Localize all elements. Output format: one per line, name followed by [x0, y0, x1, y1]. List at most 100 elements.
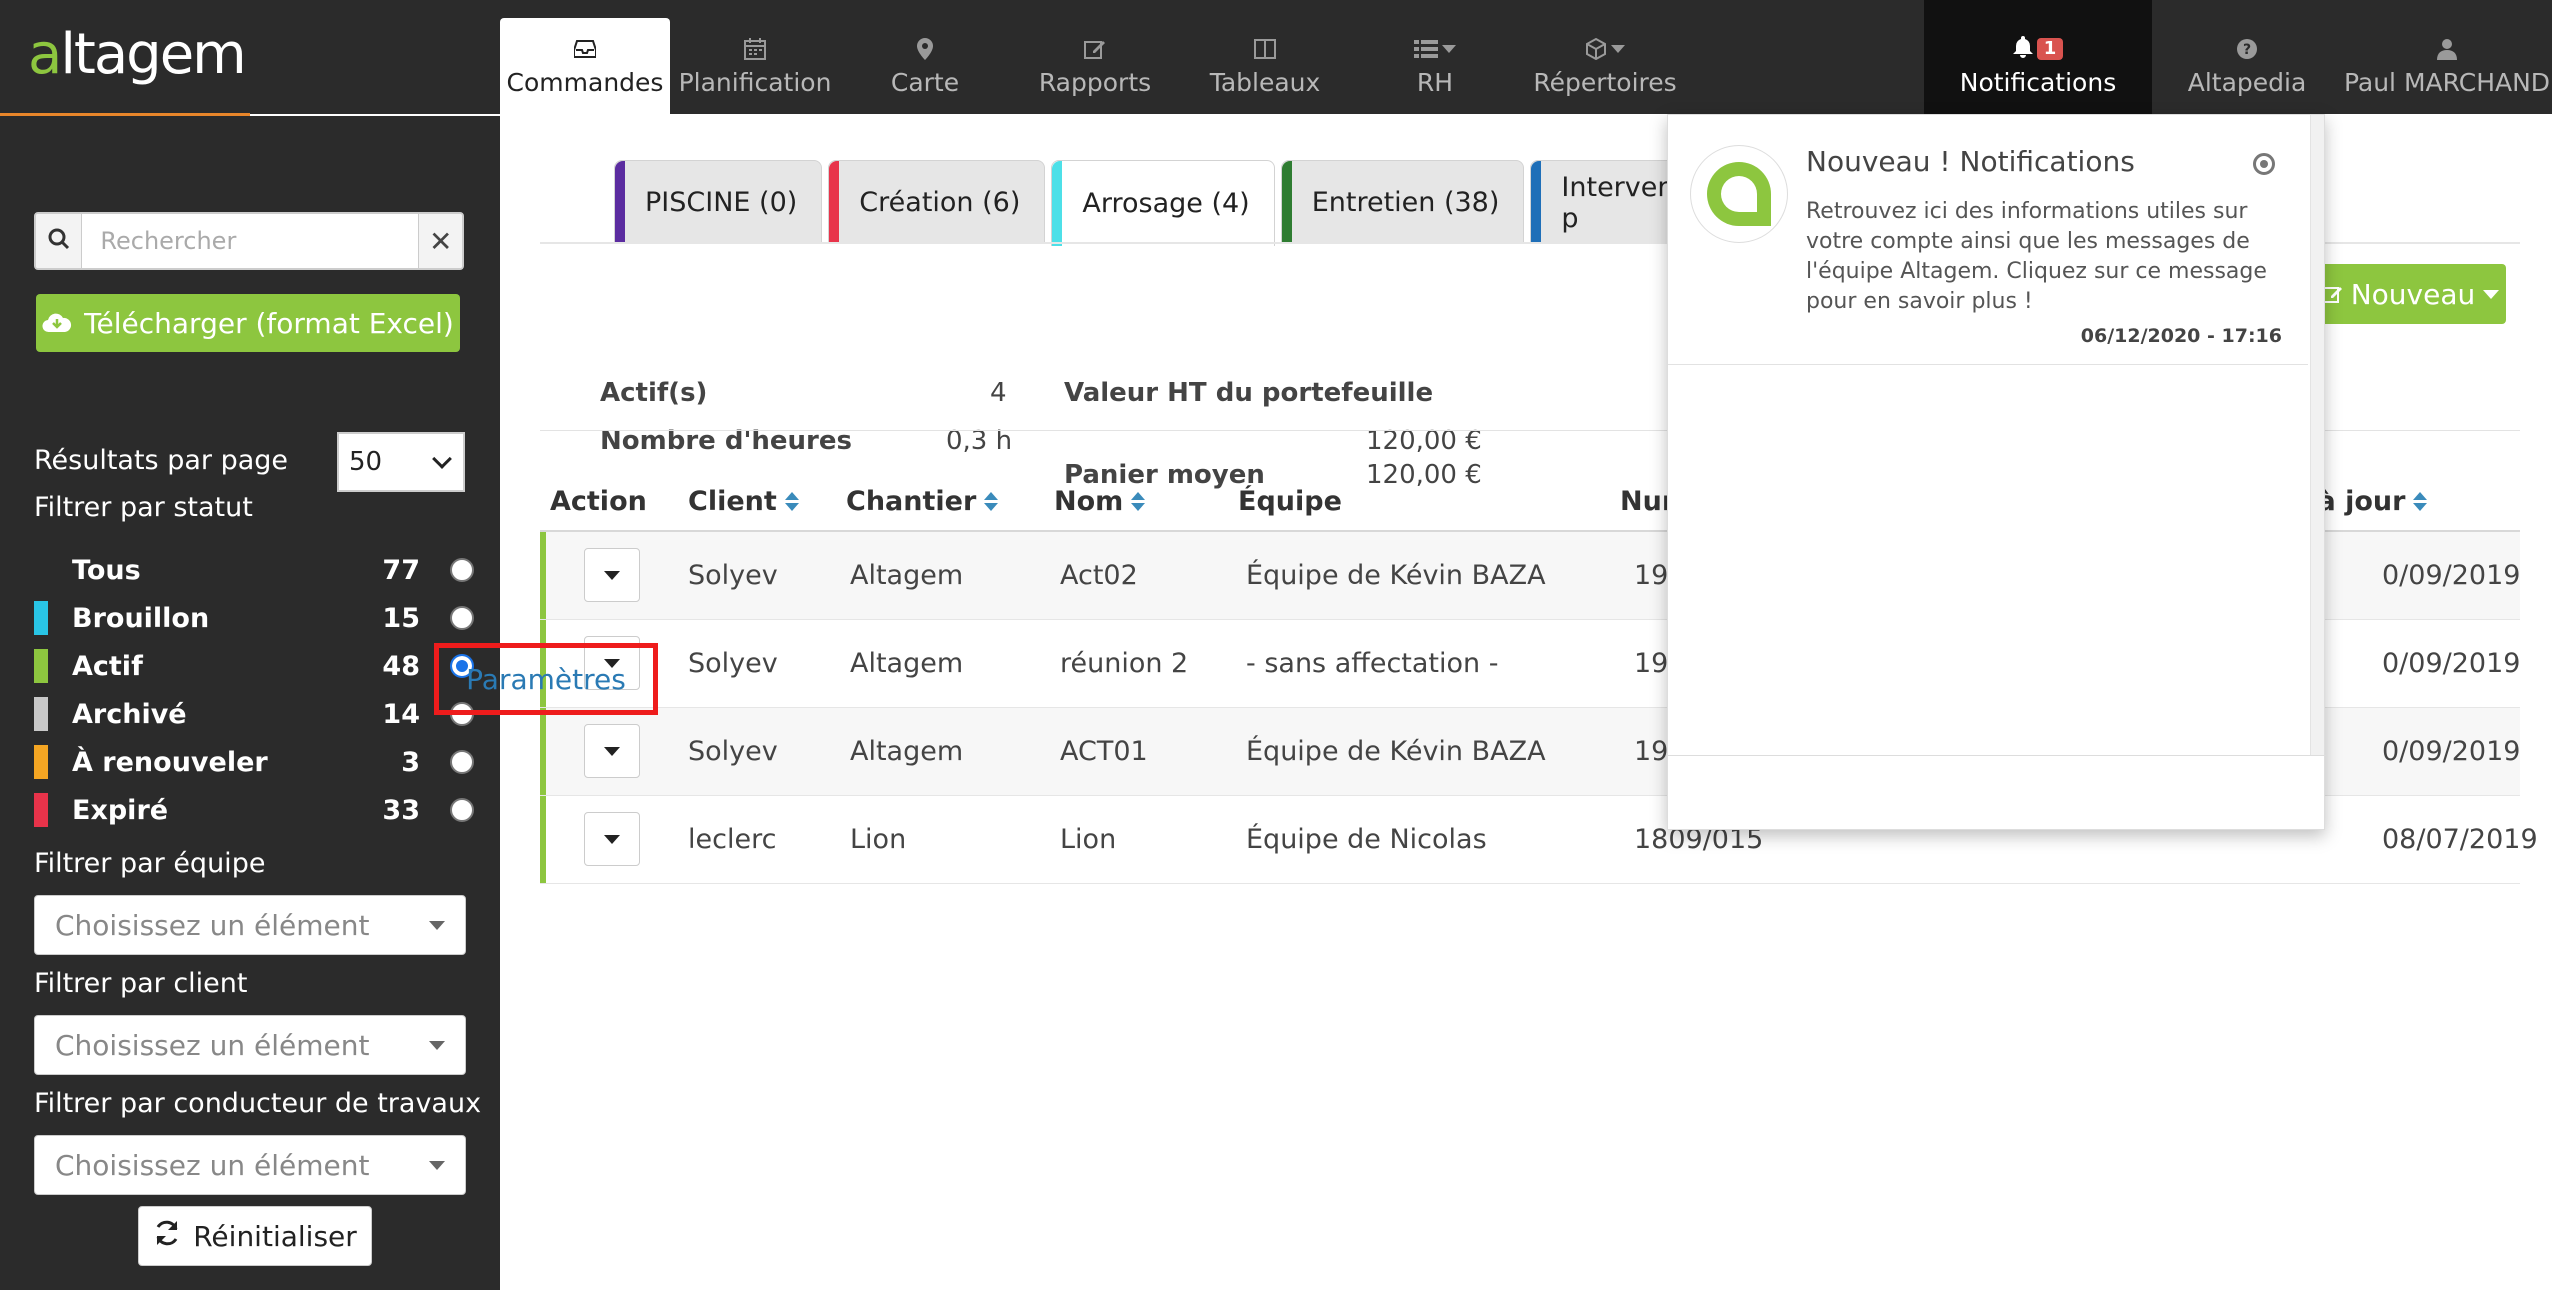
caret-down-icon [604, 746, 620, 756]
tab-entretien[interactable]: Entretien (38) [1280, 160, 1525, 244]
status-count: 33 [382, 794, 420, 826]
new-button[interactable]: Nouveau [2316, 264, 2506, 324]
col-header-label: Équipe [1238, 486, 1342, 517]
col-header-nom[interactable]: Nom [1054, 486, 1146, 517]
stat-portefeuille-label: Valeur HT du portefeuille [1064, 378, 1434, 408]
col-header-label: Client [688, 486, 777, 517]
cell-chantier: Lion [850, 824, 907, 855]
tab-accent [615, 161, 625, 244]
nav-label: Paul MARCHAND [2343, 68, 2551, 97]
status-radio[interactable] [450, 798, 474, 822]
status-color-bar [34, 649, 48, 683]
nav-altapedia[interactable]: ? Altapedia [2152, 18, 2342, 114]
question-circle-icon: ? [2236, 36, 2258, 62]
reset-button[interactable]: Réinitialiser [138, 1206, 372, 1266]
col-header-action: Action [550, 486, 647, 517]
nav-carte[interactable]: Carte [840, 18, 1010, 114]
stat-actifs-value: 4 [990, 378, 1007, 408]
edit-icon [1084, 36, 1106, 62]
row-action-button[interactable] [584, 724, 640, 778]
tab-arrosage[interactable]: Arrosage (4) [1051, 160, 1275, 246]
nav-tableaux[interactable]: Tableaux [1180, 18, 1350, 114]
status-color-bar [34, 793, 48, 827]
download-excel-button[interactable]: Télécharger (format Excel) [36, 294, 460, 352]
search-input[interactable] [82, 214, 419, 268]
notification-body: Retrouvez ici des informations utiles su… [1806, 199, 2267, 314]
notification-avatar [1690, 145, 1788, 243]
cell-mise-a-jour: 0/09/2019 [2382, 648, 2521, 679]
cell-equipe: Équipe de Kévin BAZA [1246, 560, 1546, 591]
row-status-bar [540, 708, 546, 795]
status-radio[interactable] [450, 558, 474, 582]
notification-date: 06/12/2020 - 17:16 [2080, 325, 2282, 347]
tab-accent [1531, 161, 1542, 244]
mark-read-icon[interactable] [2253, 153, 2275, 175]
status-radio[interactable] [450, 750, 474, 774]
cell-mise-a-jour: 0/09/2019 [2382, 736, 2521, 767]
status-name: À renouveler [72, 746, 268, 778]
nav-notifications[interactable]: 1 Notifications [1924, 0, 2152, 114]
notification-settings-link[interactable]: Paramètres [434, 643, 658, 715]
nav-label: Rapports [1038, 68, 1152, 97]
tab-piscine[interactable]: PISCINE (0) [614, 160, 823, 244]
notification-settings-label: Paramètres [466, 662, 626, 696]
col-header-chantier[interactable]: Chantier [846, 486, 999, 517]
status-color-bar [34, 601, 48, 635]
notifications-scrollbar[interactable] [2310, 115, 2324, 755]
tab-label: Création (6) [859, 187, 1021, 218]
status-color-bar [34, 697, 48, 731]
status-option-expire[interactable]: Expiré 33 [34, 786, 474, 834]
nav-rapports[interactable]: Rapports [1010, 18, 1180, 114]
row-action-button[interactable] [584, 812, 640, 866]
col-header-label: Chantier [846, 486, 977, 517]
nav-planification[interactable]: Planification [670, 18, 840, 114]
status-name: Expiré [72, 794, 169, 826]
refresh-icon [153, 1219, 181, 1254]
nav-rh[interactable]: RH [1350, 18, 1520, 114]
sidebar: ✕ Télécharger (format Excel) Résultats p… [0, 116, 500, 1290]
tab-creation[interactable]: Création (6) [828, 160, 1046, 244]
logo[interactable]: altagem [0, 0, 250, 116]
cell-client: Solyev [688, 736, 778, 767]
status-option-a-renouveler[interactable]: À renouveler 3 [34, 738, 474, 786]
cell-nom: réunion 2 [1060, 648, 1189, 679]
notification-badge: 1 [2036, 38, 2064, 60]
client-filter-select[interactable]: Choisissez un élément [34, 1015, 466, 1075]
search-button[interactable] [36, 214, 83, 268]
notification-item[interactable]: Nouveau ! Notifications Retrouvez ici de… [1668, 115, 2308, 365]
conductor-filter-select[interactable]: Choisissez un élément [34, 1135, 466, 1195]
nav-commandes[interactable]: Commandes [500, 18, 670, 114]
new-button-label: Nouveau [2350, 277, 2476, 311]
nav-label: Notifications [1959, 68, 2117, 97]
sort-icon [1131, 492, 1146, 511]
cell-mise-a-jour: 0/09/2019 [2382, 560, 2521, 591]
calendar-icon [744, 36, 766, 62]
status-option-archive[interactable]: Archivé 14 [34, 690, 474, 738]
sort-icon [984, 492, 999, 511]
nav-label: Planification [678, 68, 832, 97]
clear-search-button[interactable]: ✕ [418, 214, 462, 268]
results-per-page-select[interactable]: 50 [337, 432, 465, 492]
user-icon [2437, 36, 2457, 62]
status-color-bar [34, 745, 48, 779]
right-nav: 1 Notifications ? Altapedia Paul MARCHAN… [1924, 0, 2552, 114]
team-filter-placeholder: Choisissez un élément [55, 908, 370, 942]
status-option-actif[interactable]: Actif 48 [34, 642, 474, 690]
col-header-client[interactable]: Client [688, 486, 799, 517]
team-filter-select[interactable]: Choisissez un élément [34, 895, 466, 955]
row-action-button[interactable] [584, 548, 640, 602]
nav-user-menu[interactable]: Paul MARCHAND [2342, 18, 2552, 114]
status-count: 14 [382, 698, 420, 730]
results-per-page-label: Résultats par page [34, 445, 289, 476]
cell-client: Solyev [688, 560, 778, 591]
tab-accent [829, 161, 840, 244]
download-excel-label: Télécharger (format Excel) [84, 306, 454, 340]
status-option-brouillon[interactable]: Brouillon 15 [34, 594, 474, 642]
status-option-tous[interactable]: Tous 77 [34, 546, 474, 594]
nav-repertoires[interactable]: Répertoires [1520, 18, 1690, 114]
altagem-logo-icon [1707, 162, 1771, 226]
row-status-bar [540, 796, 546, 883]
edit-icon [2322, 278, 2343, 311]
status-radio[interactable] [450, 606, 474, 630]
status-filter-label: Filtrer par statut [34, 492, 253, 523]
